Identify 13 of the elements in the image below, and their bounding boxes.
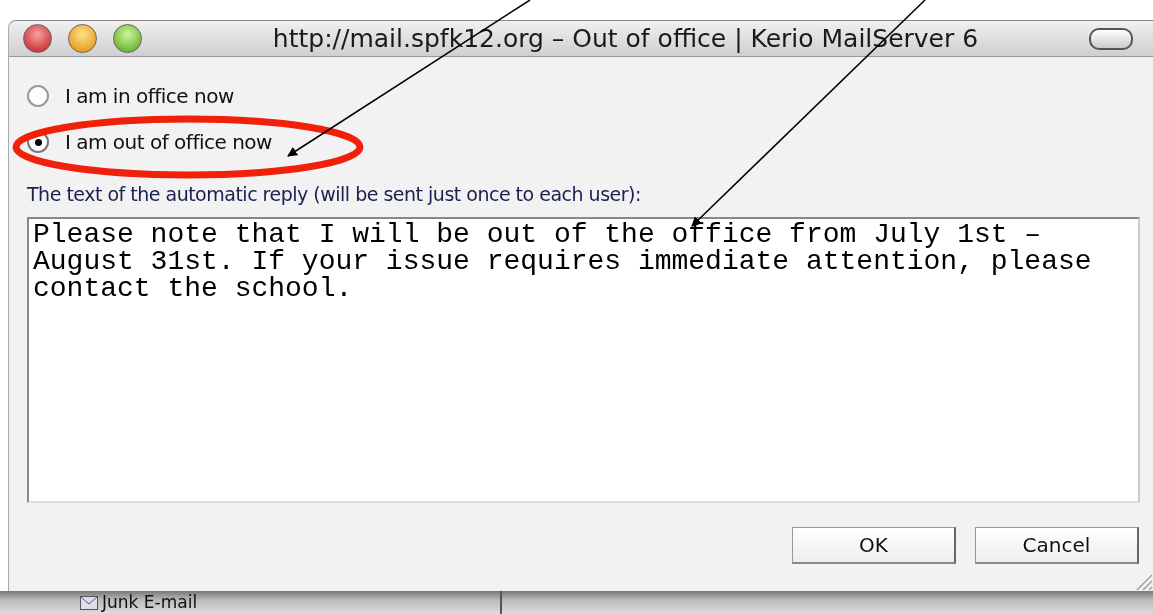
folder-item[interactable]: Junk E-mail xyxy=(102,592,198,613)
reply-label: The text of the automatic reply (will be sent just once to each user): xyxy=(27,183,642,205)
option-label: I am in office now xyxy=(65,84,234,108)
zoom-button[interactable] xyxy=(113,24,142,53)
option-label: I am out of office now xyxy=(65,130,272,154)
minimize-button[interactable] xyxy=(68,24,97,53)
reply-text-area[interactable]: Please note that I will be out of the office from July 1st – August 31st. If your issue requires immediate attention, please contact the school. xyxy=(27,217,1140,503)
cancel-button[interactable]: Cancel xyxy=(975,527,1139,564)
close-button[interactable] xyxy=(23,24,52,53)
radio-button[interactable] xyxy=(27,85,49,107)
toolbar-toggle-button[interactable] xyxy=(1089,27,1133,50)
ok-button[interactable]: OK xyxy=(792,527,956,564)
envelope-icon xyxy=(80,595,98,610)
